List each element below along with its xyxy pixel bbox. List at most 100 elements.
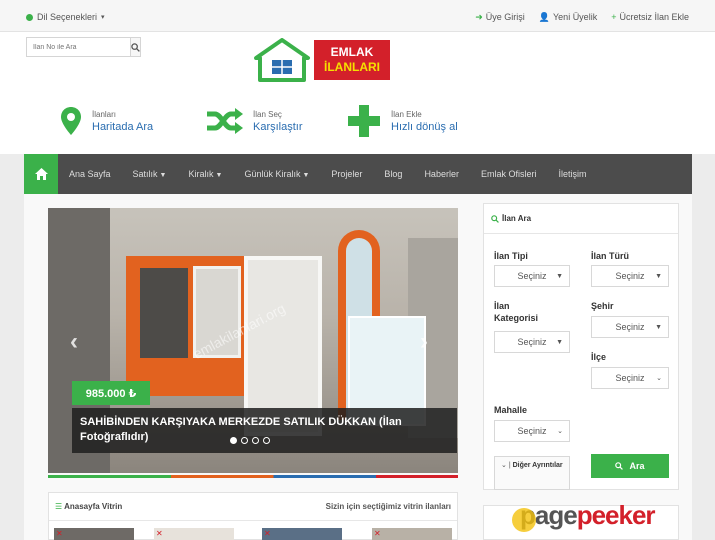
- caret-down-icon: ▼: [556, 338, 563, 346]
- logo-line1: EMLAK: [330, 45, 374, 59]
- chevron-down-icon: ⌄: [656, 375, 662, 382]
- nav-item-emlak-ofisleri[interactable]: Emlak Ofisleri: [470, 169, 548, 179]
- plus-small-icon: +: [611, 12, 617, 22]
- mahalle-select[interactable]: Seçiniz ⌄: [494, 420, 570, 442]
- main-nav: Ana Sayfa Satılık ▼ Kiralık ▼ Günlük Kiral…: [24, 154, 692, 194]
- more-details-toggle[interactable]: ⌄ | Diğer Ayrıntılar: [494, 456, 570, 490]
- register-label: Yeni Üyelik: [553, 12, 598, 22]
- close-icon: ✕: [156, 529, 163, 538]
- mahalle-label: Mahalle: [494, 405, 528, 415]
- select-value: Seçiniz: [615, 271, 645, 281]
- nav-item-iletisim[interactable]: İletişim: [547, 169, 597, 179]
- slider-dots: [230, 437, 270, 444]
- chevron-down-icon: ⌄: [557, 428, 563, 435]
- listing-number-input[interactable]: [27, 38, 130, 56]
- kategori-select[interactable]: Seçiniz ▼: [494, 331, 570, 353]
- ilce-select[interactable]: Seçiniz ⌄: [591, 367, 669, 389]
- map-pin-icon: [61, 107, 81, 135]
- login-label: Üye Girişi: [485, 12, 525, 22]
- nav-item-kiralik[interactable]: Kiralık ▼: [177, 169, 233, 179]
- color-divider: [48, 475, 458, 478]
- nav-label: İletişim: [558, 169, 587, 179]
- feature-add-listing[interactable]: İlan Ekle Hızlı dönüş al: [347, 104, 458, 138]
- showcase-thumb[interactable]: ✕: [54, 528, 134, 540]
- nav-label: Haberler: [424, 169, 459, 179]
- caret-down-icon: ▼: [215, 172, 223, 179]
- chevron-down-icon: ⌄: [501, 462, 507, 469]
- sehir-label: Şehir: [591, 301, 614, 311]
- slider-dot[interactable]: [263, 437, 270, 444]
- select-value: Seçiniz: [615, 373, 645, 383]
- add-listing-link[interactable]: + Ücretsiz İlan Ekle: [611, 12, 689, 23]
- kategori-label: İlan Kategorisi: [494, 301, 539, 323]
- feature-compare-big: Karşılaştır: [253, 120, 303, 133]
- select-value: Seçiniz: [517, 426, 547, 436]
- logo-text: EMLAK İLANLARI: [314, 40, 390, 80]
- add-listing-label: Ücretsiz İlan Ekle: [619, 12, 689, 22]
- select-value: Seçiniz: [615, 322, 645, 332]
- feature-map-small: İlanları: [92, 109, 117, 119]
- nav-item-gunluk-kiralik[interactable]: Günlük Kiralık ▼: [233, 169, 320, 179]
- showcase-title-text: Anasayfa Vitrin: [64, 502, 123, 511]
- caret-down-icon: ▼: [159, 172, 167, 179]
- nav-label: Projeler: [331, 169, 363, 179]
- select-value: Seçiniz: [517, 271, 547, 281]
- house-icon: [254, 38, 310, 82]
- slider-dot[interactable]: [230, 437, 237, 444]
- nav-label: Günlük Kiralık: [244, 169, 301, 179]
- watermark-part2: peeker: [576, 500, 656, 530]
- language-selector[interactable]: Dil Seçenekleri ▾: [26, 12, 105, 22]
- search-icon: [131, 42, 140, 52]
- ilan-turu-label: İlan Türü: [591, 251, 629, 261]
- slider-prev-arrow[interactable]: ‹: [70, 328, 78, 356]
- nav-label: Blog: [384, 169, 403, 179]
- slider-dot[interactable]: [241, 437, 248, 444]
- search-panel-header: İlan Ara: [484, 204, 678, 234]
- nav-item-ana-sayfa[interactable]: Ana Sayfa: [58, 169, 122, 179]
- watermark-bubble-icon: [512, 508, 536, 532]
- login-link[interactable]: ➜ Üye Girişi: [475, 12, 525, 23]
- sehir-select[interactable]: Seçiniz ▼: [591, 316, 669, 338]
- site-logo[interactable]: EMLAK İLANLARI: [252, 38, 392, 82]
- caret-down-icon: ▼: [655, 323, 662, 331]
- caret-down-icon: ▼: [655, 272, 662, 280]
- sign-in-icon: ➜: [475, 12, 483, 22]
- feature-links: İlanları Haritada Ara İlan Seç Karşılaşt…: [0, 102, 715, 142]
- showcase-subtitle: Sizin için seçtiğimiz vitrin ilanları: [325, 502, 451, 511]
- user-plus-icon: 👤: [538, 12, 550, 22]
- shuffle-icon: [207, 108, 243, 134]
- ilan-turu-select[interactable]: Seçiniz ▼: [591, 265, 669, 287]
- nav-label: Emlak Ofisleri: [480, 169, 537, 179]
- search-submit-button[interactable]: Ara: [591, 454, 669, 478]
- nav-item-projeler[interactable]: Projeler: [320, 169, 373, 179]
- showcase-thumb[interactable]: ✕: [262, 528, 342, 540]
- slider-dot[interactable]: [252, 437, 259, 444]
- ilan-tipi-label: İlan Tipi: [494, 251, 528, 261]
- header: EMLAK İLANLARI İlanları Haritada Ara İla: [0, 32, 715, 154]
- slide-price-badge: 985.000 ₺: [72, 381, 150, 405]
- search-button[interactable]: [130, 38, 140, 56]
- globe-icon: [26, 13, 33, 21]
- ilan-tipi-select[interactable]: Seçiniz ▼: [494, 265, 570, 287]
- slide-photo-part: [140, 268, 188, 358]
- showcase-thumb[interactable]: ✕: [372, 528, 452, 540]
- feature-map-search[interactable]: İlanları Haritada Ara: [60, 106, 153, 136]
- showcase-title: ☰ Anasayfa Vitrin: [55, 502, 122, 511]
- nav-item-haberler[interactable]: Haberler: [413, 169, 470, 179]
- feature-map-big: Haritada Ara: [92, 120, 154, 133]
- close-icon: ✕: [374, 529, 381, 538]
- slide-caption[interactable]: SAHİBİNDEN KARŞIYAKA MERKEZDE SATILIK DÜ…: [72, 408, 457, 453]
- select-value: Seçiniz: [517, 337, 547, 347]
- search-panel-title: İlan Ara: [502, 214, 532, 223]
- nav-item-blog[interactable]: Blog: [373, 169, 413, 179]
- close-icon: ✕: [264, 529, 271, 538]
- nav-item-satilik[interactable]: Satılık ▼: [122, 169, 178, 179]
- close-icon: ✕: [56, 529, 63, 538]
- pagepeeker-watermark: pagepeeker: [512, 500, 656, 532]
- home-button[interactable]: [24, 154, 58, 194]
- slider-next-arrow[interactable]: ›: [420, 328, 428, 356]
- more-details-label: Diğer Ayrıntılar: [512, 462, 563, 469]
- showcase-thumb[interactable]: ✕: [154, 528, 234, 540]
- feature-compare[interactable]: İlan Seç Karşılaştır: [205, 108, 303, 134]
- register-link[interactable]: 👤 Yeni Üyelik: [539, 12, 597, 23]
